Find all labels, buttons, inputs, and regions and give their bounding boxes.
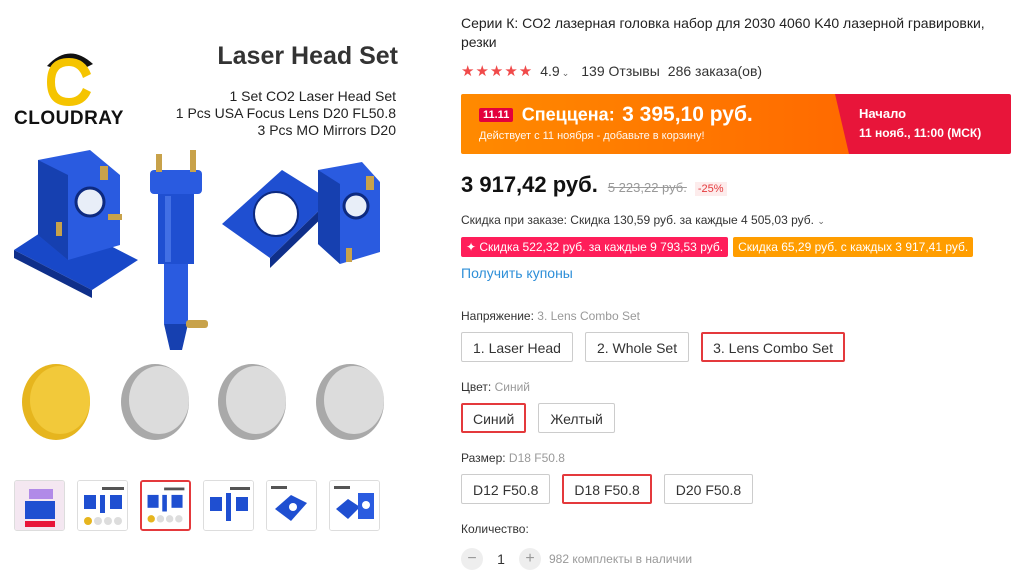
size-label-text: Размер:: [461, 451, 506, 465]
left-mirror-mount: [14, 150, 138, 298]
voltage-selected: 3. Lens Combo Set: [537, 309, 640, 323]
thumbnail[interactable]: [266, 480, 317, 531]
size-option[interactable]: D12 F50.8: [461, 474, 551, 504]
size-option[interactable]: D20 F50.8: [663, 474, 754, 504]
plus-icon[interactable]: +: [519, 548, 541, 570]
get-coupons-link[interactable]: Получить купоны: [461, 265, 573, 281]
thumbnail[interactable]: [329, 480, 380, 531]
order-discount-text: Скидка при заказе: Скидка 130,59 руб. за…: [461, 213, 814, 227]
thumbnail[interactable]: [14, 480, 65, 531]
voltage-label: Напряжение: 3. Lens Combo Set: [461, 309, 640, 323]
size-option-selected[interactable]: D18 F50.8: [562, 474, 652, 504]
promo-label: Спеццена:: [521, 104, 615, 125]
laser-tube: [150, 150, 208, 350]
coupon-badge[interactable]: ✦ Скидка 522,32 руб. за каждые 9 793,53 …: [461, 237, 729, 257]
image-line: 3 Pcs MO Mirrors D20: [257, 122, 396, 138]
promo-note: Действует с 11 ноября - добавьте в корзи…: [479, 130, 705, 142]
image-line: 1 Pcs USA Focus Lens D20 FL50.8: [175, 105, 396, 121]
coupon-row: ✦ Скидка 522,32 руб. за каждые 9 793,53 …: [461, 237, 974, 257]
stock-status: 982 комплекты в наличии: [549, 552, 693, 566]
main-product-image[interactable]: CLOUDRAY Laser Head Set 1 Set CO2 Laser …: [0, 0, 410, 460]
thumbnail-strip: [14, 480, 380, 531]
color-options: Синий Желтый: [461, 403, 615, 433]
size-options: D12 F50.8 D18 F50.8 D20 F50.8: [461, 474, 754, 504]
color-option-selected[interactable]: Синий: [461, 403, 527, 433]
sale-tag-badge: 11.11: [479, 108, 514, 122]
old-price: 5 223,22 руб.: [607, 180, 687, 195]
rating-value[interactable]: 4.9 ⌄: [540, 63, 569, 79]
size-label: Размер: D18 F50.8: [461, 451, 565, 465]
promo-start-label: Начало: [859, 106, 907, 121]
voltage-options: 1. Laser Head 2. Whole Set 3. Lens Combo…: [461, 332, 845, 362]
color-label: Цвет: Синий: [461, 380, 530, 394]
reviews-link[interactable]: 139 Отзывы: [581, 63, 660, 79]
thumbnail-active[interactable]: [140, 480, 191, 531]
rating-row: ★★★★★ 4.9 ⌄ 139 Отзывы 286 заказа(ов): [461, 62, 762, 80]
brand-block: CLOUDRAY: [10, 44, 128, 130]
chevron-down-icon: ⌄: [817, 216, 825, 226]
promo-price: 3 395,10 руб.: [622, 103, 753, 126]
color-selected: Синий: [494, 380, 530, 394]
voltage-option[interactable]: 2. Whole Set: [584, 332, 690, 362]
order-discount[interactable]: Скидка при заказе: Скидка 130,59 руб. за…: [461, 213, 825, 227]
right-mirror-mount: [222, 162, 380, 268]
star-rating-icon: ★★★★★: [461, 63, 534, 80]
color-option[interactable]: Желтый: [538, 403, 615, 433]
rating-number: 4.9: [540, 63, 560, 79]
thumbnail[interactable]: [203, 480, 254, 531]
color-label-text: Цвет:: [461, 380, 492, 394]
cloudray-logo-icon: [47, 53, 93, 106]
product-gallery: CLOUDRAY Laser Head Set 1 Set CO2 Laser …: [0, 0, 410, 565]
image-line: 1 Set CO2 Laser Head Set: [229, 88, 396, 104]
promo-start-block: Начало 11 нояб., 11:00 (МСК): [835, 94, 1011, 154]
orders-count: 286 заказа(ов): [667, 63, 763, 79]
size-selected: D18 F50.8: [508, 451, 565, 465]
quantity-label: Количество:: [461, 522, 529, 536]
chevron-down-icon: ⌄: [561, 68, 570, 78]
voltage-label-text: Напряжение:: [461, 309, 534, 323]
voltage-option-selected[interactable]: 3. Lens Combo Set: [701, 332, 845, 362]
image-contents-list: 1 Set CO2 Laser Head Set 1 Pcs USA Focus…: [176, 88, 396, 139]
quantity-stepper: − 1 + 982 комплекты в наличии: [461, 548, 692, 570]
brand-name: CLOUDRAY: [14, 108, 124, 129]
current-price: 3 917,42 руб.: [461, 172, 598, 197]
promo-banner: 11.11 Спеццена: 3 395,10 руб. Действует …: [461, 94, 1011, 154]
promo-start-date: 11 нояб., 11:00 (МСК): [859, 126, 982, 140]
price-row: 3 917,42 руб. 5 223,22 руб. -25%: [461, 172, 727, 198]
voltage-option[interactable]: 1. Laser Head: [461, 332, 573, 362]
discount-badge: -25%: [694, 182, 727, 196]
image-title: Laser Head Set: [217, 42, 398, 70]
laser-head-parts-illustration: [14, 150, 384, 440]
lens-and-mirrors: [22, 364, 384, 440]
thumbnail[interactable]: [77, 480, 128, 531]
coupon-badge[interactable]: Скидка 65,29 руб. с каждых 3 917,41 руб.: [733, 237, 974, 257]
minus-icon[interactable]: −: [461, 548, 483, 570]
product-title: Серии К: CO2 лазерная головка набор для …: [461, 15, 985, 50]
promo-price-block: 11.11 Спеццена: 3 395,10 руб. Действует …: [461, 94, 849, 154]
